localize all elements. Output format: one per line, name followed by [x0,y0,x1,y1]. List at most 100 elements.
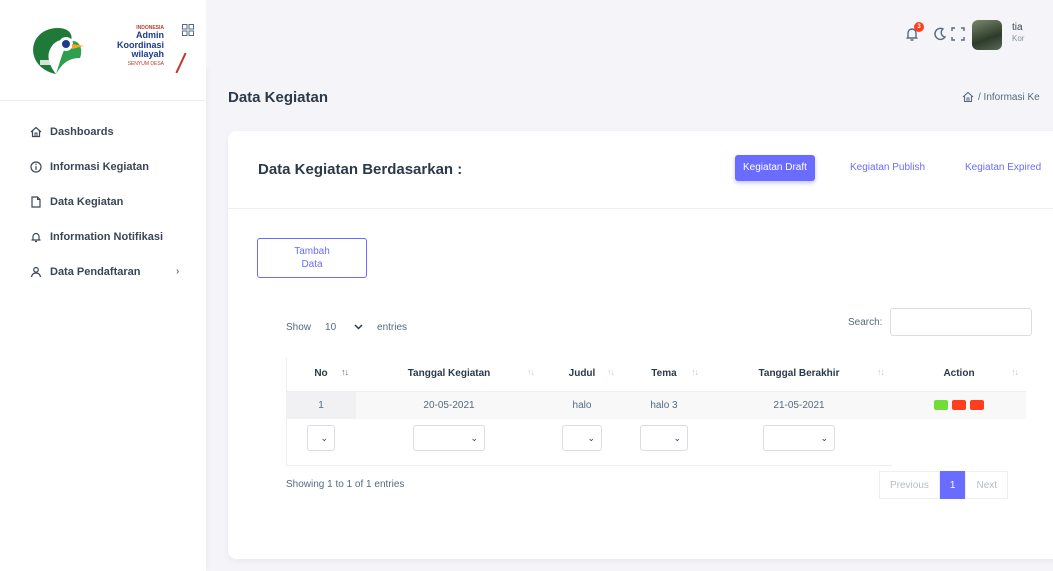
page-title: Data Kegiatan [228,89,329,106]
fullscreen-icon[interactable] [950,26,966,42]
sort-icon: ↑↓ [1011,367,1019,377]
info-icon [30,160,42,173]
sidebar-item-data-pendaftaran[interactable]: Data Pendaftaran › [0,254,206,289]
notification-badge: 3 [914,22,924,32]
sort-icon: ↑↓ [527,367,535,377]
search-input[interactable] [890,308,1033,336]
column-header-action[interactable]: Action ↑↓ [892,357,1026,392]
pagination-previous[interactable]: Previous [879,471,940,499]
cell-tema: halo 3 [622,391,706,419]
filter-select-judul[interactable]: ⌄ [562,425,602,451]
card-title: Data Kegiatan Berdasarkan : [258,161,463,178]
file-icon [30,195,42,208]
sidebar-item-informasi-kegiatan[interactable]: Informasi Kegiatan [0,149,206,184]
filter-select-berakhir[interactable]: ⌄ [763,425,835,451]
user-icon [30,266,42,278]
table-bottom-border [286,465,892,466]
search-label: Search: [848,316,883,328]
column-label: No [314,368,328,380]
column-label: Tanggal Berakhir [758,368,840,380]
entries-length-control: Show 10 entries [286,314,407,340]
filter-select-no[interactable]: ⌄ [307,425,335,451]
logo-subtitle: SENYUM DESA [127,60,164,67]
filter-select-tema[interactable]: ⌄ [640,425,688,451]
bell-icon [30,231,42,243]
sidebar-divider [0,100,206,101]
grid-icon[interactable] [182,24,194,36]
sidebar-item-data-kegiatan[interactable]: Data Kegiatan [0,184,206,219]
sidebar-item-information-notifikasi[interactable]: Information Notifikasi [0,219,206,254]
sidebar-item-label: Data Kegiatan [50,195,124,208]
column-header-no[interactable]: No ↑↓ [286,357,356,392]
sort-icon: ↑↓ [877,367,885,377]
logo-title-3: wilayah [131,49,164,60]
cell-judul: halo [542,391,622,419]
column-header-tanggal-kegiatan[interactable]: Tanggal Kegiatan ↑↓ [356,357,542,392]
breadcrumb-home-icon[interactable] [962,91,974,103]
tab-kegiatan-draft[interactable]: Kegiatan Draft [735,155,815,181]
filter-select-tanggal[interactable]: ⌄ [413,425,485,451]
moon-icon[interactable] [932,26,948,42]
column-header-judul[interactable]: Judul ↑↓ [542,357,622,392]
sidebar: INDONESIA Admin Koordinasi wilayah SENYU… [0,0,206,571]
tab-kegiatan-publish[interactable]: Kegiatan Publish [842,155,933,181]
filter-cell-no: ⌄ [286,419,356,457]
filter-cell-tanggal: ⌄ [356,419,542,457]
sort-icon: ↑↓ [691,367,699,377]
data-card: Data Kegiatan Berdasarkan : Kegiatan Dra… [228,131,1053,559]
sort-asc-icon: ↑↓ [341,367,349,377]
sidebar-menu: Dashboards Informasi Kegiatan Data Kegia… [0,114,206,289]
add-button-label-2: Data [301,259,323,270]
search-control: Search: [848,308,1033,336]
sort-icon: ↑↓ [607,367,615,377]
cell-tanggal-berakhir: 21-05-2021 [706,391,892,419]
entries-value: 10 [325,321,337,333]
table-row: 1 20-05-2021 halo halo 3 21-05-2021 [286,391,1026,419]
column-label: Judul [568,368,596,380]
edit-icon[interactable] [934,400,948,411]
breadcrumb-current[interactable]: / Informasi Ke [978,92,1040,103]
tab-kegiatan-expired[interactable]: Kegiatan Expired [957,155,1049,181]
app-logo[interactable]: INDONESIA Admin Koordinasi wilayah SENYU… [10,10,196,88]
user-role: Kor [1012,34,1025,43]
filter-cell-action [892,419,1026,457]
sidebar-item-label: Information Notifikasi [50,230,164,243]
breadcrumb: / Informasi Ke [962,91,1040,103]
chevron-right-icon: › [176,266,180,277]
entries-label: entries [377,321,408,333]
filter-cell-tema: ⌄ [622,419,706,457]
card-divider [228,208,1053,209]
filter-cell-judul: ⌄ [542,419,622,457]
pagination-page-1[interactable]: 1 [939,471,966,499]
filter-row: ⌄ ⌄ ⌄ ⌄ ⌄ [286,419,1026,457]
user-name: tia [1012,22,1023,33]
top-navbar: 3 tia Kor [206,0,1053,68]
logo-slash-decoration [175,52,187,74]
sidebar-item-label: Data Pendaftaran [50,265,141,278]
column-label: Tanggal Kegiatan [407,368,491,380]
filter-cell-berakhir: ⌄ [706,419,892,457]
notification-bell-icon[interactable]: 3 [904,22,924,42]
cell-no: 1 [286,391,356,419]
sidebar-item-label: Informasi Kegiatan [50,160,150,173]
table-header-row: No ↑↓ Tanggal Kegiatan ↑↓ Judul ↑↓ Tema ↑↓ T… [286,357,1026,392]
pagination-next[interactable]: Next [965,471,1009,499]
column-header-tema[interactable]: Tema ↑↓ [622,357,706,392]
pagination: Previous 1 Next [879,471,1009,499]
column-label: Tema [651,368,677,380]
column-header-tanggal-berakhir[interactable]: Tanggal Berakhir ↑↓ [706,357,892,392]
sidebar-item-dashboards[interactable]: Dashboards [0,114,206,149]
trash-icon[interactable] [970,400,984,411]
add-data-button[interactable]: Tambah Data [257,238,367,278]
logo-text: INDONESIA Admin Koordinasi wilayah SENYU… [94,25,164,67]
bird-logo-icon [33,28,84,74]
home-icon [30,126,42,138]
entries-select[interactable]: 10 [319,314,369,340]
sidebar-item-label: Dashboards [50,125,114,138]
add-button-label-1: Tambah [294,246,330,257]
data-table: No ↑↓ Tanggal Kegiatan ↑↓ Judul ↑↓ Tema ↑↓ T… [286,357,1026,457]
avatar[interactable] [972,20,1002,50]
cell-tanggal-kegiatan: 20-05-2021 [356,391,542,419]
eye-icon[interactable] [952,400,966,411]
show-label: Show [286,321,312,333]
